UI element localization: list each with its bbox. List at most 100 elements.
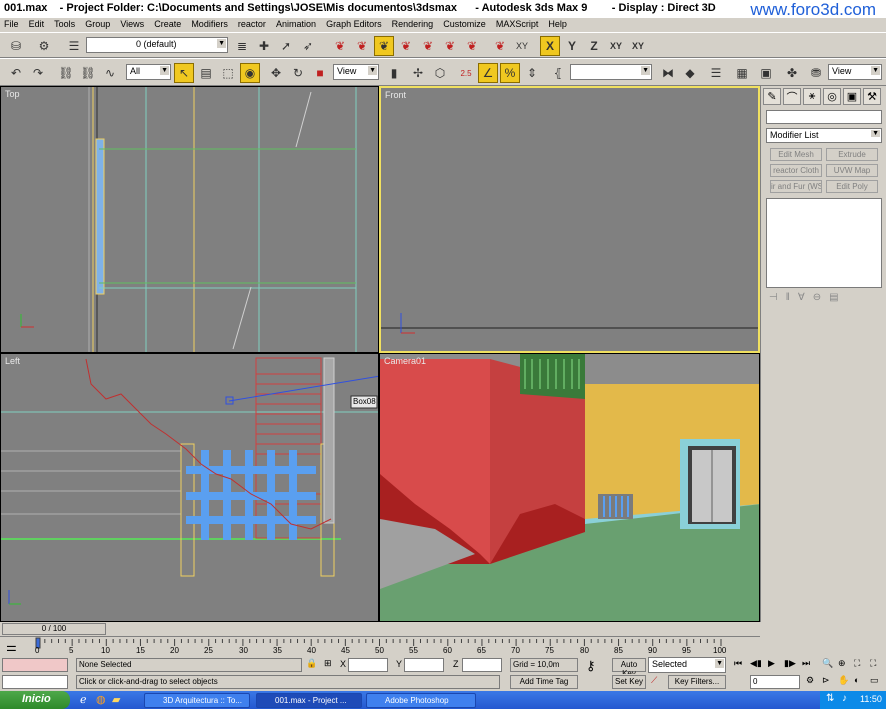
time-slider[interactable]: 0 / 100 bbox=[2, 623, 106, 635]
axis-xy-cycle-button[interactable]: XY bbox=[628, 36, 648, 56]
modify-tab-icon[interactable]: ⌒ bbox=[783, 88, 801, 105]
quicklaunch-firefox-icon[interactable]: ◍ bbox=[96, 693, 106, 706]
default-tangent-icon[interactable]: ⟋ bbox=[651, 675, 657, 686]
constraint-2-icon[interactable]: ❦ bbox=[352, 36, 372, 56]
material-editor-icon[interactable]: ✤ bbox=[782, 63, 802, 83]
prev-frame-icon[interactable]: ◀▮ bbox=[750, 658, 762, 669]
tray-volume-icon[interactable]: ♪ bbox=[842, 693, 847, 704]
modifier-stack[interactable] bbox=[766, 198, 882, 288]
y-coord-field[interactable] bbox=[404, 658, 444, 672]
select-by-name-icon[interactable]: ▤ bbox=[196, 63, 216, 83]
configure-sets-icon[interactable]: ▤ bbox=[829, 292, 846, 303]
window-crossing-icon[interactable]: ◉ bbox=[240, 63, 260, 83]
maxscript-listener-white[interactable] bbox=[2, 675, 68, 689]
axis-y-button[interactable]: Y bbox=[562, 36, 582, 56]
menu-customize[interactable]: Customize bbox=[439, 18, 489, 29]
utilities-tab-icon[interactable]: ⚒ bbox=[863, 88, 881, 105]
zoom-all-icon[interactable]: ⊕ bbox=[838, 658, 846, 669]
zoom-extents-icon[interactable]: ⛶ bbox=[854, 658, 860, 669]
z-coord-field[interactable] bbox=[462, 658, 502, 672]
uvw-map-button[interactable]: UVW Map bbox=[826, 164, 878, 177]
time-config-icon[interactable]: ⚙ bbox=[806, 675, 814, 686]
link-icon[interactable]: ⛓ bbox=[56, 63, 76, 83]
menu-help[interactable]: Help bbox=[544, 18, 570, 29]
pan-icon[interactable]: ✋ bbox=[838, 675, 849, 686]
move-icon[interactable]: ✥ bbox=[266, 63, 286, 83]
redo-icon[interactable]: ↷ bbox=[28, 63, 48, 83]
next-frame-icon[interactable]: ▮▶ bbox=[784, 658, 796, 669]
key-mode-dropdown[interactable]: Selected bbox=[648, 657, 726, 673]
task-browser[interactable]: 3D Arquitectura :: To... bbox=[144, 693, 250, 708]
bind-spacewarp-icon[interactable]: ∿ bbox=[100, 63, 120, 83]
tray-network-icon[interactable]: ⇅ bbox=[826, 693, 834, 704]
constraint-icon[interactable]: ❦ bbox=[330, 36, 350, 56]
select-layer-icon[interactable]: ➚ bbox=[276, 36, 296, 56]
schematic-view-icon[interactable]: ▣ bbox=[756, 63, 776, 83]
constraint-active-icon[interactable]: ❦ bbox=[374, 36, 394, 56]
viewport-camera[interactable]: Camera01 bbox=[379, 353, 760, 622]
quicklaunch-folder-icon[interactable]: ▰ bbox=[112, 693, 120, 706]
pin-stack-icon[interactable]: ⊣ bbox=[769, 292, 786, 303]
snap-2-5-button[interactable]: 2.5 bbox=[456, 63, 476, 83]
extrude-button[interactable]: Extrude bbox=[826, 148, 878, 161]
viewport-front[interactable]: Front bbox=[379, 86, 760, 353]
render-view-dropdown[interactable]: View bbox=[828, 64, 882, 80]
menu-animation[interactable]: Animation bbox=[272, 18, 319, 29]
menu-group[interactable]: Group bbox=[81, 18, 113, 29]
maximize-viewport-icon[interactable]: ▭ bbox=[870, 675, 879, 686]
viewport-front-label[interactable]: Front bbox=[385, 90, 406, 100]
x-coord-field[interactable] bbox=[348, 658, 388, 672]
reactor-cloth-button[interactable]: reactor Cloth bbox=[770, 164, 822, 177]
play-icon[interactable]: ▶ bbox=[768, 658, 775, 669]
axis-x-button[interactable]: X bbox=[540, 36, 560, 56]
constraint-6-icon[interactable]: ❦ bbox=[462, 36, 482, 56]
zoom-icon[interactable]: 🔍 bbox=[822, 658, 833, 669]
layer-dropdown[interactable]: 0 (default) bbox=[86, 37, 228, 53]
align-icon[interactable]: ◆ bbox=[680, 63, 700, 83]
constraint-5-icon[interactable]: ❦ bbox=[440, 36, 460, 56]
menu-tools[interactable]: Tools bbox=[50, 18, 78, 29]
snap-toggle-icon[interactable]: ❦ bbox=[490, 36, 510, 56]
move-layer-icon[interactable]: ✚ bbox=[254, 36, 274, 56]
menu-rendering[interactable]: Rendering bbox=[388, 18, 437, 29]
viewport-left[interactable]: Left Box08 bbox=[0, 353, 379, 622]
spinner-snap-icon[interactable]: ⇕ bbox=[522, 63, 542, 83]
add-time-tag-button[interactable]: Add Time Tag bbox=[510, 675, 578, 689]
menu-create[interactable]: Create bbox=[150, 18, 184, 29]
scale-icon[interactable]: ■ bbox=[310, 63, 330, 83]
object-name-field[interactable] bbox=[766, 110, 882, 124]
show-end-result-icon[interactable]: ‖ bbox=[786, 292, 798, 303]
viewport-left-label[interactable]: Left bbox=[5, 356, 20, 366]
lock-selection-icon[interactable]: 🔒 bbox=[306, 658, 317, 669]
zoom-extents-all-icon[interactable]: ⛶ bbox=[870, 658, 876, 669]
key-filters-button[interactable]: Key Filters... bbox=[668, 675, 726, 689]
track-bar[interactable]: ⚌ 0 5 10 15 20 25 30 35 40 45 50 55 60 6… bbox=[0, 636, 760, 656]
axis-z-button[interactable]: Z bbox=[584, 36, 604, 56]
field-of-view-icon[interactable]: ⊳ bbox=[822, 675, 830, 686]
remove-modifier-icon[interactable]: ⊖ bbox=[813, 292, 829, 303]
menu-edit[interactable]: Edit bbox=[25, 18, 48, 29]
menu-graph-editors[interactable]: Graph Editors bbox=[322, 18, 385, 29]
manipulate-icon[interactable]: ✢ bbox=[408, 63, 428, 83]
absolute-mode-icon[interactable]: ⊞ bbox=[324, 658, 332, 669]
named-selection-icon[interactable]: ⦃ bbox=[548, 63, 568, 83]
create-tab-icon[interactable]: ✎ bbox=[763, 88, 781, 105]
layer-manager-icon[interactable]: ☰ bbox=[64, 36, 84, 56]
named-selection-dropdown[interactable] bbox=[570, 64, 652, 80]
orbit-icon[interactable]: ◐ bbox=[854, 675, 859, 685]
hair-and-fur-button[interactable]: ir and Fur (WS bbox=[770, 180, 822, 193]
hierarchy-tab-icon[interactable]: ⚹ bbox=[803, 88, 821, 105]
reference-coord-dropdown[interactable]: View bbox=[333, 64, 379, 80]
menu-modifiers[interactable]: Modifiers bbox=[187, 18, 231, 29]
viewport-top[interactable]: Top bbox=[0, 86, 379, 353]
menu-views[interactable]: Views bbox=[116, 18, 147, 29]
rect-selection-icon[interactable]: ⬚ bbox=[218, 63, 238, 83]
maxscript-listener-pink[interactable] bbox=[2, 658, 68, 672]
hierarchy-icon[interactable]: ⛁ bbox=[6, 36, 26, 56]
select-object-icon[interactable]: ↖ bbox=[174, 63, 194, 83]
menu-reactor[interactable]: reactor bbox=[234, 18, 269, 29]
percent-snap-icon[interactable]: % bbox=[500, 63, 520, 83]
goto-end-icon[interactable]: ⏭ bbox=[802, 658, 810, 669]
edit-poly-button[interactable]: Edit Poly bbox=[826, 180, 878, 193]
angle-snap-icon[interactable]: ∠ bbox=[478, 63, 498, 83]
